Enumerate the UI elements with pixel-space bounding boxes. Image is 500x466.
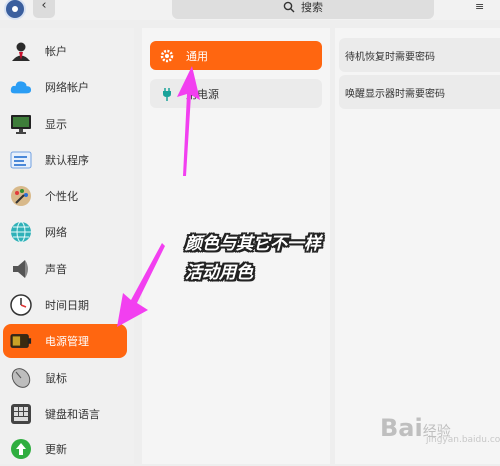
subnav-item-label: 通用 — [186, 49, 208, 63]
sidebar-item-update[interactable]: 更新 — [3, 432, 127, 466]
setting-row[interactable]: 唤醒显示器时需要密码 — [339, 75, 500, 109]
sidebar-item-label: 帐户 — [45, 45, 67, 58]
annotation-text: 颜色与其它不一样 活动用色 — [185, 230, 321, 288]
subnav-item-power-supply[interactable]: 用电源 — [150, 79, 322, 108]
sidebar-item-default-apps[interactable]: 默认程序 — [3, 143, 127, 177]
sidebar-item-label: 显示 — [45, 118, 67, 131]
setting-label: 唤醒显示器时需要密码 — [345, 88, 445, 100]
sidebar-item-label: 默认程序 — [45, 154, 89, 167]
cloud-icon — [10, 76, 32, 98]
search-icon — [283, 1, 295, 12]
gear-icon — [160, 49, 174, 63]
setting-label: 待机恢复时需要密码 — [345, 51, 435, 63]
sidebar-item-label: 时间日期 — [45, 299, 89, 312]
annotation-line-1: 颜色与其它不一样 — [185, 234, 321, 254]
back-button[interactable]: ‹ — [33, 0, 55, 18]
sidebar-item-label: 声音 — [45, 263, 67, 276]
battery-icon — [10, 330, 32, 352]
sidebar-item-network[interactable]: 网络 — [3, 215, 127, 249]
watermark-domain: jingyan.baidu.com — [426, 435, 500, 445]
sidebar-item-sound[interactable]: 声音 — [3, 252, 127, 286]
sidebar: 帐户 网络帐户 显示 默认程序 个性化 网络 声音 时间日期 电源管理 鼠标 键… — [0, 28, 134, 464]
keyboard-icon — [10, 403, 32, 425]
subnav-item-label: 用电源 — [186, 87, 219, 101]
sidebar-item-datetime[interactable]: 时间日期 — [3, 288, 127, 322]
search-placeholder: 搜索 — [301, 0, 323, 14]
account-icon — [10, 40, 32, 62]
sidebar-item-account[interactable]: 帐户 — [3, 34, 127, 68]
network-icon — [10, 221, 32, 243]
setting-row[interactable]: 待机恢复时需要密码 — [339, 38, 500, 72]
clock-icon — [10, 294, 32, 316]
plug-icon — [160, 87, 174, 101]
sidebar-item-power[interactable]: 电源管理 — [3, 324, 127, 358]
update-icon — [10, 438, 32, 460]
sidebar-item-label: 更新 — [45, 443, 67, 456]
watermark-logo: Bai经验 jingyan.baidu.com — [380, 414, 500, 445]
app-logo-icon — [4, 0, 26, 20]
watermark-prefix: Bai — [380, 414, 423, 442]
sidebar-item-label: 键盘和语言 — [45, 408, 100, 421]
subnav-item-general[interactable]: 通用 — [150, 41, 322, 70]
sidebar-item-display[interactable]: 显示 — [3, 107, 127, 141]
search-input[interactable]: 搜索 — [172, 0, 434, 19]
sidebar-item-label: 网络帐户 — [45, 81, 89, 94]
title-bar: ‹ 搜索 ≡ — [0, 0, 500, 20]
sidebar-item-label: 电源管理 — [45, 335, 89, 348]
display-icon — [10, 113, 32, 135]
sidebar-item-keyboard[interactable]: 键盘和语言 — [3, 397, 127, 431]
sidebar-item-label: 鼠标 — [45, 372, 67, 385]
sidebar-item-mouse[interactable]: 鼠标 — [3, 361, 127, 395]
personalization-icon — [10, 185, 32, 207]
sidebar-item-cloud-account[interactable]: 网络帐户 — [3, 70, 127, 104]
sidebar-item-label: 网络 — [45, 226, 67, 239]
annotation-line-2: 活动用色 — [185, 263, 253, 283]
settings-panel: 待机恢复时需要密码 唤醒显示器时需要密码 — [335, 28, 500, 464]
sidebar-item-personalization[interactable]: 个性化 — [3, 179, 127, 213]
mouse-icon — [10, 367, 32, 389]
sidebar-item-label: 个性化 — [45, 190, 78, 203]
default-apps-icon — [10, 149, 32, 171]
menu-button[interactable]: ≡ — [475, 0, 484, 13]
sound-icon — [10, 258, 32, 280]
